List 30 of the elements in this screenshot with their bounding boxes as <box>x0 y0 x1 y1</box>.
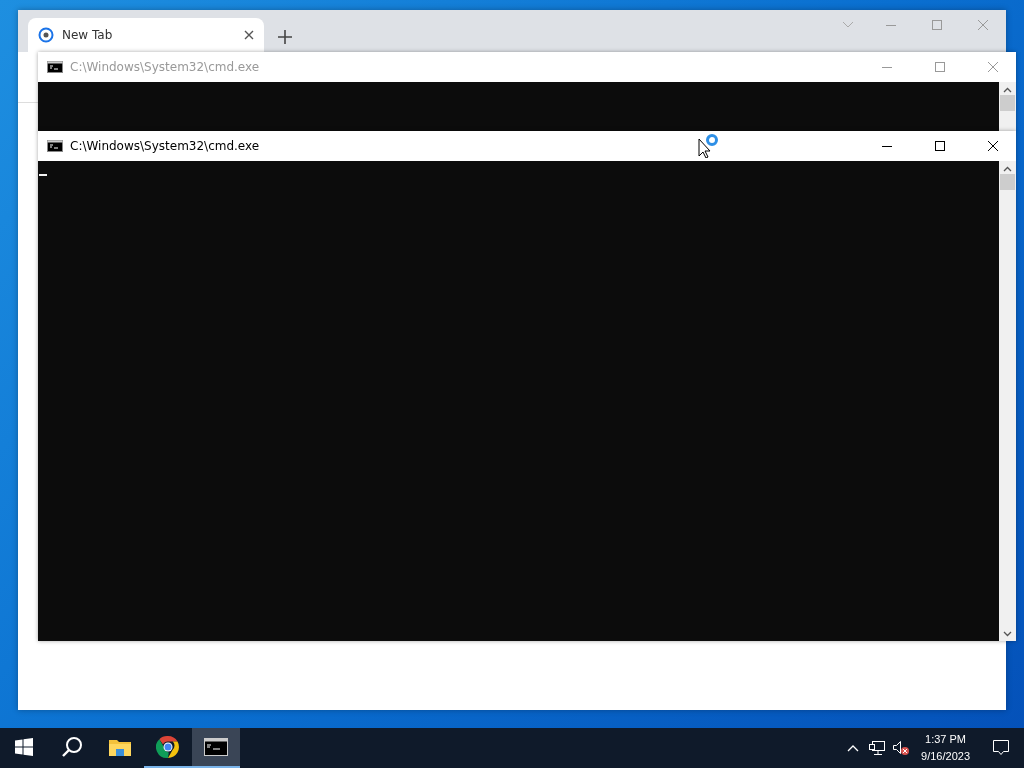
scroll-up-icon[interactable] <box>1003 87 1012 93</box>
window-title: C:\Windows\System32\cmd.exe <box>70 139 260 153</box>
scroll-thumb[interactable] <box>1000 95 1015 111</box>
scroll-thumb[interactable] <box>1000 174 1015 190</box>
scrollbar[interactable] <box>999 161 1016 641</box>
scrollbar[interactable] <box>999 82 1016 132</box>
clock-date[interactable]: 9/16/2023 <box>921 748 970 765</box>
chrome-icon <box>156 735 180 759</box>
clock-time[interactable]: 1:37 PM <box>925 731 966 748</box>
maximize-icon[interactable] <box>935 141 945 151</box>
browser-tab[interactable]: New Tab <box>28 18 264 52</box>
windows-logo-icon[interactable] <box>15 738 33 756</box>
scroll-up-icon[interactable] <box>1003 166 1012 172</box>
search-icon[interactable] <box>61 736 83 758</box>
terminal-icon <box>47 140 63 152</box>
scroll-down-icon[interactable] <box>1003 631 1012 637</box>
folder-icon <box>108 737 132 757</box>
network-icon[interactable] <box>868 740 887 756</box>
terminal-icon <box>47 61 63 73</box>
chevron-up-icon[interactable] <box>847 744 860 752</box>
muted-speaker-icon[interactable] <box>892 740 911 756</box>
close-icon[interactable] <box>988 141 998 151</box>
terminal-icon <box>204 738 228 756</box>
window-title: C:\Windows\System32\cmd.exe <box>70 60 260 74</box>
new-tab-icon[interactable] <box>278 30 292 44</box>
globe-icon <box>38 27 54 43</box>
taskbar-app-button[interactable] <box>192 728 240 768</box>
text-cursor <box>39 174 47 176</box>
close-icon[interactable] <box>244 30 254 40</box>
notifications-icon[interactable] <box>992 739 1010 757</box>
